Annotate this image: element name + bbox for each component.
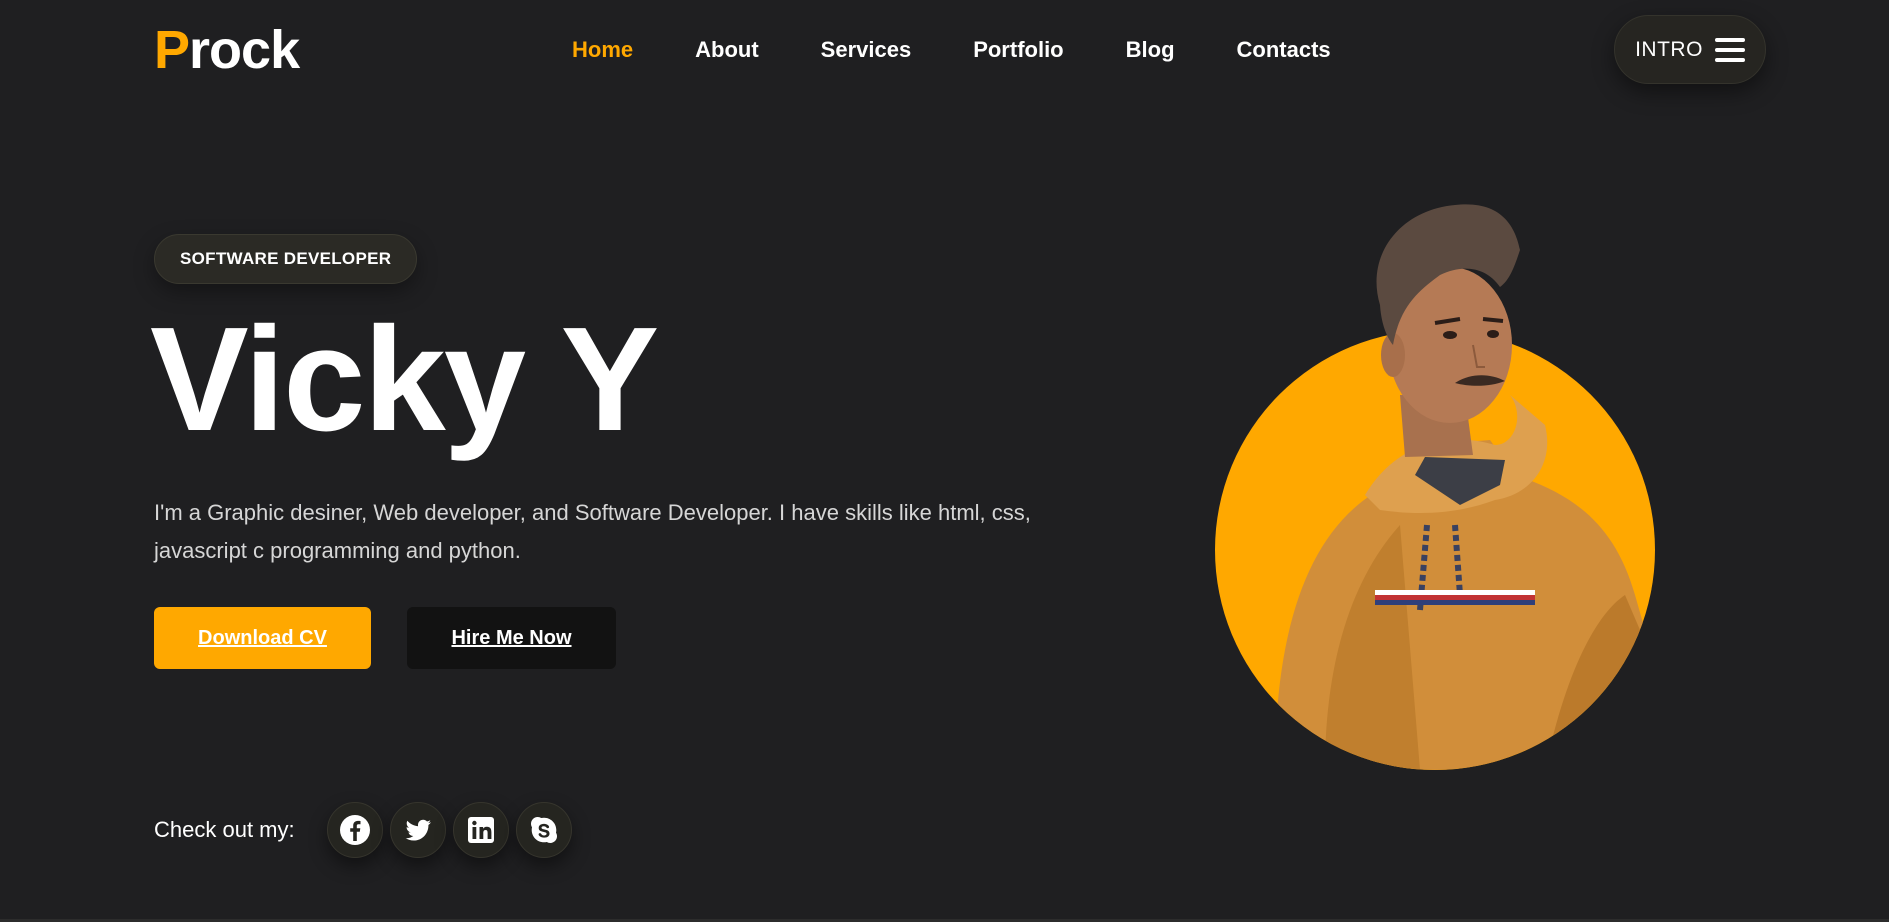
role-badge: SOFTWARE DEVELOPER [154,234,418,284]
twitter-icon[interactable] [390,802,446,858]
social-label: Check out my: [154,817,295,842]
profile-portrait [1215,195,1655,770]
nav-home[interactable]: Home [572,36,633,64]
nav-about[interactable]: About [695,36,759,64]
hero-description: I'm a Graphic desiner, Web developer, an… [154,500,1031,563]
logo-text: rock [189,20,300,80]
hire-me-button[interactable]: Hire Me Now [407,607,616,669]
nav-portfolio[interactable]: Portfolio [973,36,1063,64]
intro-label: INTRO [1635,37,1703,61]
logo[interactable]: Prock [154,20,300,80]
nav-contacts[interactable]: Contacts [1237,36,1331,64]
profile-photo [1275,204,1655,770]
hero-name: Vicky Y [150,297,659,462]
logo-accent: P [154,20,190,80]
intro-menu-button[interactable]: INTRO [1614,15,1766,84]
nav-services[interactable]: Services [821,36,912,64]
linkedin-icon[interactable] [453,802,509,858]
social-links [327,802,572,858]
site-header: Prock Home About Services Portfolio Blog… [0,0,1889,100]
hamburger-icon [1714,37,1745,62]
main-nav: Home About Services Portfolio Blog Conta… [572,36,1331,64]
nav-blog[interactable]: Blog [1126,36,1175,64]
skype-icon[interactable] [516,802,572,858]
download-cv-button[interactable]: Download CV [154,607,371,669]
facebook-icon[interactable] [327,802,383,858]
